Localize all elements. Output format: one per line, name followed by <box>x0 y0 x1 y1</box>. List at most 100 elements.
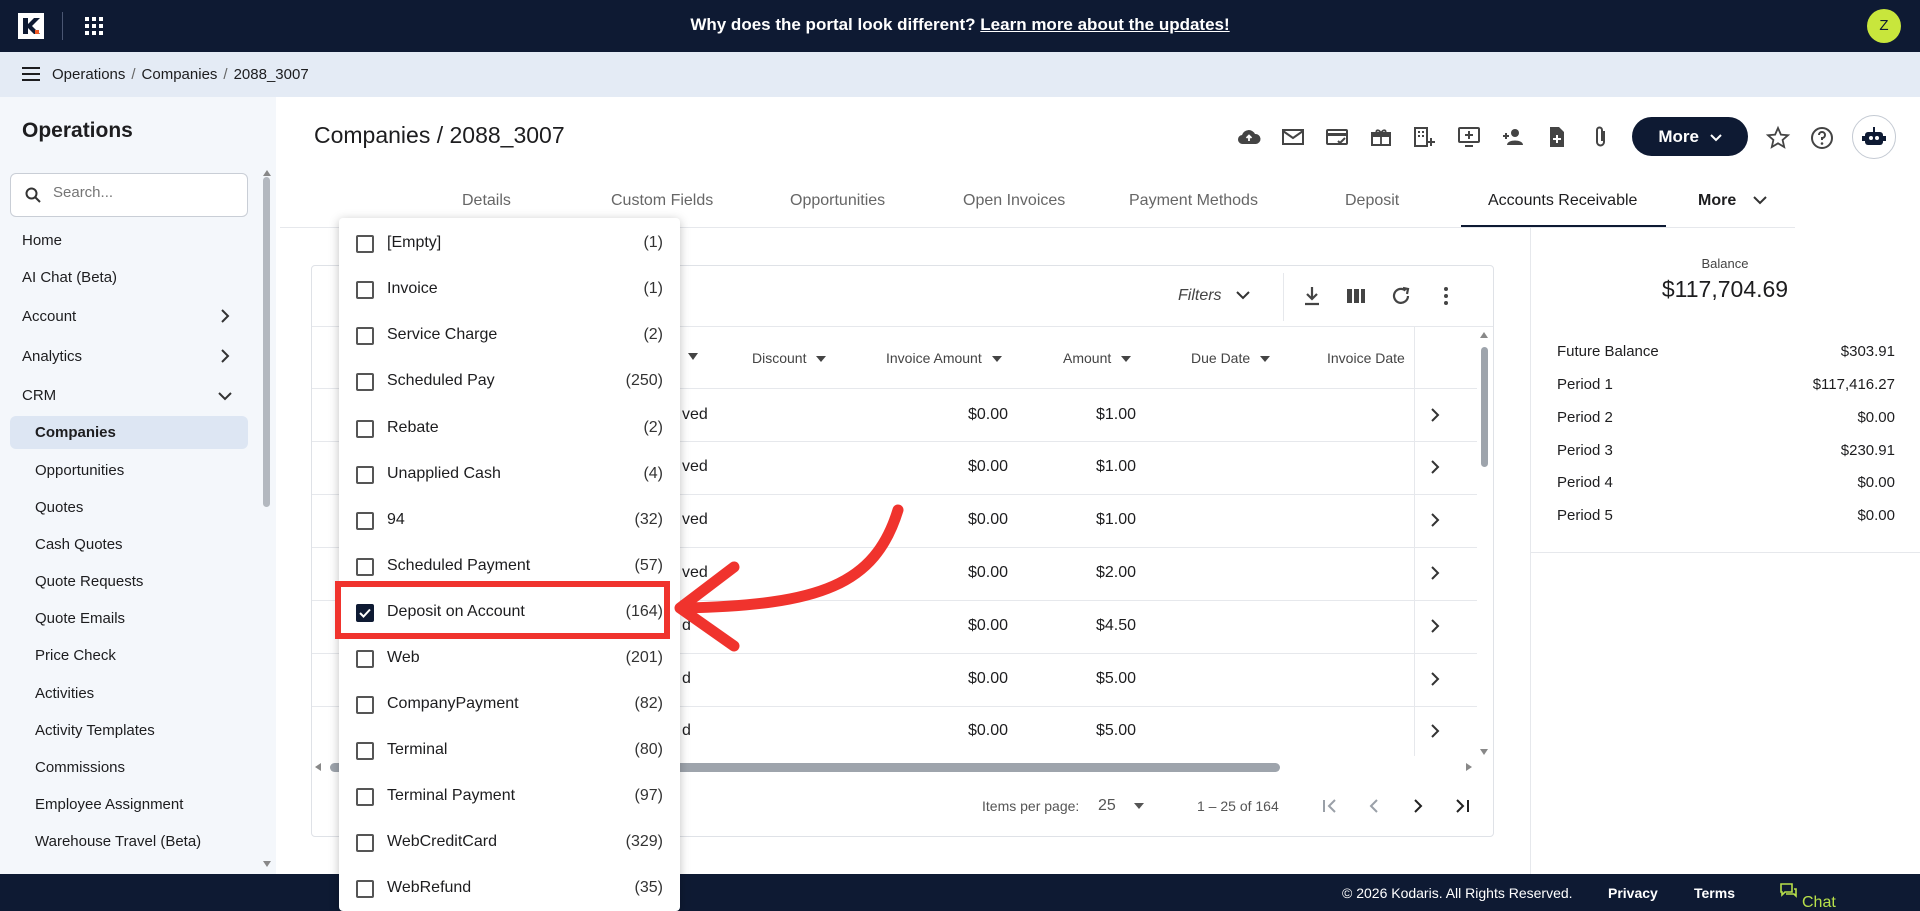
tab-payment-methods[interactable]: Payment Methods <box>1129 192 1258 210</box>
filter-option[interactable]: WebCreditCard (329) <box>339 820 680 866</box>
chevron-right-icon[interactable] <box>1430 407 1440 423</box>
checkbox[interactable] <box>356 512 374 530</box>
breadcrumb-companies[interactable]: Companies <box>142 66 218 83</box>
tab-opportunities[interactable]: Opportunities <box>790 192 885 210</box>
filter-option[interactable]: Web (201) <box>339 636 680 682</box>
checkbox[interactable] <box>356 650 374 668</box>
add-screen-icon[interactable] <box>1456 124 1482 150</box>
checkbox[interactable] <box>356 788 374 806</box>
column-header-invoice-amount[interactable]: Invoice Amount <box>886 350 1002 366</box>
chevron-right-icon[interactable] <box>1430 459 1440 475</box>
scroll-right-arrow-icon[interactable] <box>1465 762 1473 772</box>
checkbox[interactable] <box>356 281 374 299</box>
privacy-link[interactable]: Privacy <box>1608 885 1658 901</box>
checkbox[interactable] <box>356 742 374 760</box>
tab-open-invoices[interactable]: Open Invoices <box>963 192 1065 210</box>
tab-accounts-receivable[interactable]: Accounts Receivable <box>1488 192 1637 210</box>
sidebar-item-opportunities[interactable]: Opportunities <box>35 462 124 479</box>
sidebar-item-companies[interactable]: Companies <box>35 424 116 441</box>
filters-dropdown[interactable]: Filters <box>1178 287 1250 305</box>
chevron-right-icon[interactable] <box>1430 565 1440 581</box>
filter-option[interactable]: [Empty] (1) <box>339 221 680 267</box>
checkbox[interactable] <box>356 834 374 852</box>
scroll-up-arrow-icon[interactable] <box>262 169 272 177</box>
download-icon[interactable] <box>1300 284 1324 308</box>
sidebar-item-quote-requests[interactable]: Quote Requests <box>35 573 143 590</box>
checkbox[interactable] <box>356 235 374 253</box>
sidebar-item-home[interactable]: Home <box>22 232 62 249</box>
checkbox[interactable] <box>356 880 374 898</box>
sidebar-item-quotes[interactable]: Quotes <box>35 499 83 516</box>
assistant-bot-button[interactable] <box>1852 115 1896 159</box>
sidebar-item-ai-chat[interactable]: AI Chat (Beta) <box>22 269 117 286</box>
column-header-amount[interactable]: Amount <box>1063 350 1132 366</box>
column-header-invoice-date[interactable]: Invoice Date <box>1327 350 1405 366</box>
chevron-right-icon[interactable] <box>1430 723 1440 739</box>
checkbox[interactable] <box>356 420 374 438</box>
help-icon[interactable] <box>1809 125 1835 151</box>
tab-deposit[interactable]: Deposit <box>1345 192 1399 210</box>
filter-option[interactable]: Scheduled Pay (250) <box>339 359 680 405</box>
checkbox[interactable] <box>356 466 374 484</box>
checkbox[interactable] <box>356 373 374 391</box>
sidebar-item-warehouse-travel[interactable]: Warehouse Travel (Beta) <box>35 833 201 850</box>
last-page-icon[interactable] <box>1452 796 1472 816</box>
checkbox[interactable] <box>356 558 374 576</box>
chevron-right-icon[interactable] <box>1430 512 1440 528</box>
sidebar-item-employee-assignment[interactable]: Employee Assignment <box>35 796 183 813</box>
tab-custom-fields[interactable]: Custom Fields <box>611 192 713 210</box>
hamburger-menu-icon[interactable] <box>22 67 40 81</box>
sidebar-item-quote-emails[interactable]: Quote Emails <box>35 610 125 627</box>
columns-icon[interactable] <box>1344 284 1368 308</box>
sidebar-scrollbar[interactable] <box>263 177 270 507</box>
sidebar-item-account[interactable]: Account <box>22 308 242 325</box>
scroll-up-arrow-icon[interactable] <box>1479 331 1489 339</box>
checkbox[interactable] <box>356 327 374 345</box>
attachment-icon[interactable] <box>1588 124 1614 150</box>
scroll-down-arrow-icon[interactable] <box>1479 748 1489 756</box>
cloud-upload-icon[interactable] <box>1236 124 1262 150</box>
scroll-down-arrow-icon[interactable] <box>262 860 272 868</box>
filter-option[interactable]: WebRefund (35) <box>339 866 680 911</box>
sidebar-item-activity-templates[interactable]: Activity Templates <box>35 722 155 739</box>
filter-option[interactable]: 94 (32) <box>339 498 680 544</box>
email-icon[interactable] <box>1280 124 1306 150</box>
more-actions-button[interactable]: More <box>1632 117 1748 156</box>
add-person-icon[interactable] <box>1500 124 1526 150</box>
gift-card-icon[interactable] <box>1368 124 1394 150</box>
table-vertical-scrollbar[interactable] <box>1481 347 1488 467</box>
previous-page-icon[interactable] <box>1364 796 1384 816</box>
sort-caret-icon[interactable] <box>688 353 698 360</box>
sidebar-item-activities[interactable]: Activities <box>35 685 94 702</box>
terms-link[interactable]: Terms <box>1694 885 1735 901</box>
next-page-icon[interactable] <box>1408 796 1428 816</box>
chevron-right-icon[interactable] <box>1430 671 1440 687</box>
payment-card-icon[interactable] <box>1324 124 1350 150</box>
sidebar-item-price-check[interactable]: Price Check <box>35 647 116 664</box>
checkbox[interactable] <box>356 696 374 714</box>
chevron-right-icon[interactable] <box>1430 618 1440 634</box>
breadcrumb-operations[interactable]: Operations <box>52 66 125 83</box>
add-business-icon[interactable] <box>1412 124 1438 150</box>
column-header-discount[interactable]: Discount <box>752 350 827 366</box>
tab-more[interactable]: More <box>1698 192 1767 210</box>
first-page-icon[interactable] <box>1320 796 1340 816</box>
banner-link[interactable]: Learn more about the updates! <box>980 15 1229 34</box>
filter-option[interactable]: CompanyPayment (82) <box>339 682 680 728</box>
filter-option[interactable]: Invoice (1) <box>339 267 680 313</box>
column-header-due-date[interactable]: Due Date <box>1191 350 1271 366</box>
sidebar-item-commissions[interactable]: Commissions <box>35 759 125 776</box>
filter-option[interactable]: Unapplied Cash (4) <box>339 452 680 498</box>
search-input[interactable] <box>53 184 233 201</box>
filter-option[interactable]: Terminal (80) <box>339 728 680 774</box>
tab-details[interactable]: Details <box>462 192 511 210</box>
add-document-icon[interactable] <box>1544 124 1570 150</box>
filter-option[interactable]: Service Charge (2) <box>339 313 680 359</box>
scroll-left-arrow-icon[interactable] <box>314 762 322 772</box>
filter-option[interactable]: Rebate (2) <box>339 406 680 452</box>
sidebar-item-analytics[interactable]: Analytics <box>22 348 242 365</box>
sidebar-item-cash-quotes[interactable]: Cash Quotes <box>35 536 123 553</box>
refresh-icon[interactable] <box>1389 284 1413 308</box>
chat-with-us-button[interactable]: Chat with us <box>1780 883 1836 911</box>
star-icon[interactable] <box>1765 125 1791 151</box>
